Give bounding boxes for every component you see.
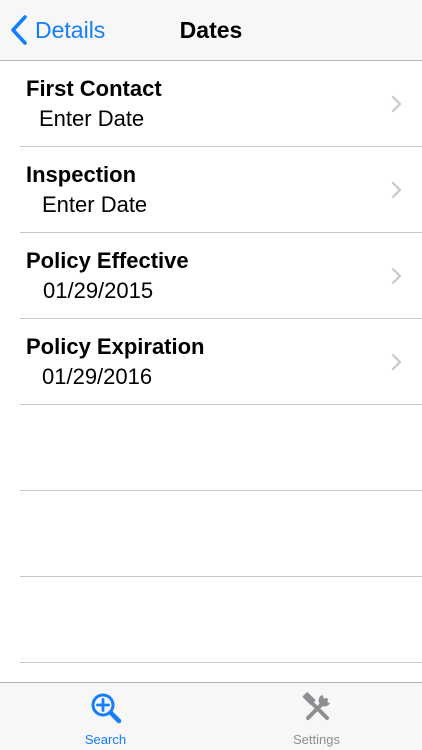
row-policy-expiration[interactable]: Policy Expiration 01/29/2016	[0, 319, 422, 405]
row-title: First Contact	[26, 76, 162, 101]
row-first-contact[interactable]: First Contact Enter Date	[0, 61, 422, 147]
tab-bar: Search Settings	[0, 682, 422, 750]
tab-label: Settings	[293, 732, 340, 747]
row-value: 01/29/2015	[43, 278, 154, 303]
row-inspection[interactable]: Inspection Enter Date	[0, 147, 422, 233]
empty-row	[0, 491, 422, 577]
search-plus-icon	[91, 693, 121, 724]
tab-settings[interactable]: Settings	[211, 683, 422, 750]
row-title: Policy Effective	[26, 248, 189, 273]
tab-label: Search	[84, 732, 127, 747]
row-separator	[20, 662, 422, 663]
row-value: 01/29/2016	[42, 364, 153, 389]
row-title: Policy Expiration	[26, 334, 205, 359]
dates-list: First Contact Enter Date Inspection Ente…	[0, 61, 422, 663]
chevron-right-icon	[391, 353, 402, 371]
tab-search[interactable]: Search	[0, 683, 211, 750]
row-value: Enter Date	[39, 106, 145, 131]
tools-icon	[302, 692, 330, 720]
row-policy-effective[interactable]: Policy Effective 01/29/2015	[0, 233, 422, 319]
page-title: Dates	[179, 17, 243, 43]
chevron-right-icon	[391, 267, 402, 285]
empty-row	[0, 405, 422, 491]
dates-screen: Details Dates First Contact Enter Date I…	[0, 0, 422, 750]
chevron-right-icon	[391, 181, 402, 199]
row-title: Inspection	[26, 162, 137, 187]
chevron-right-icon	[391, 95, 402, 113]
empty-row	[0, 577, 422, 663]
navigation-bar: Details Dates	[0, 0, 422, 61]
row-value: Enter Date	[42, 192, 148, 217]
